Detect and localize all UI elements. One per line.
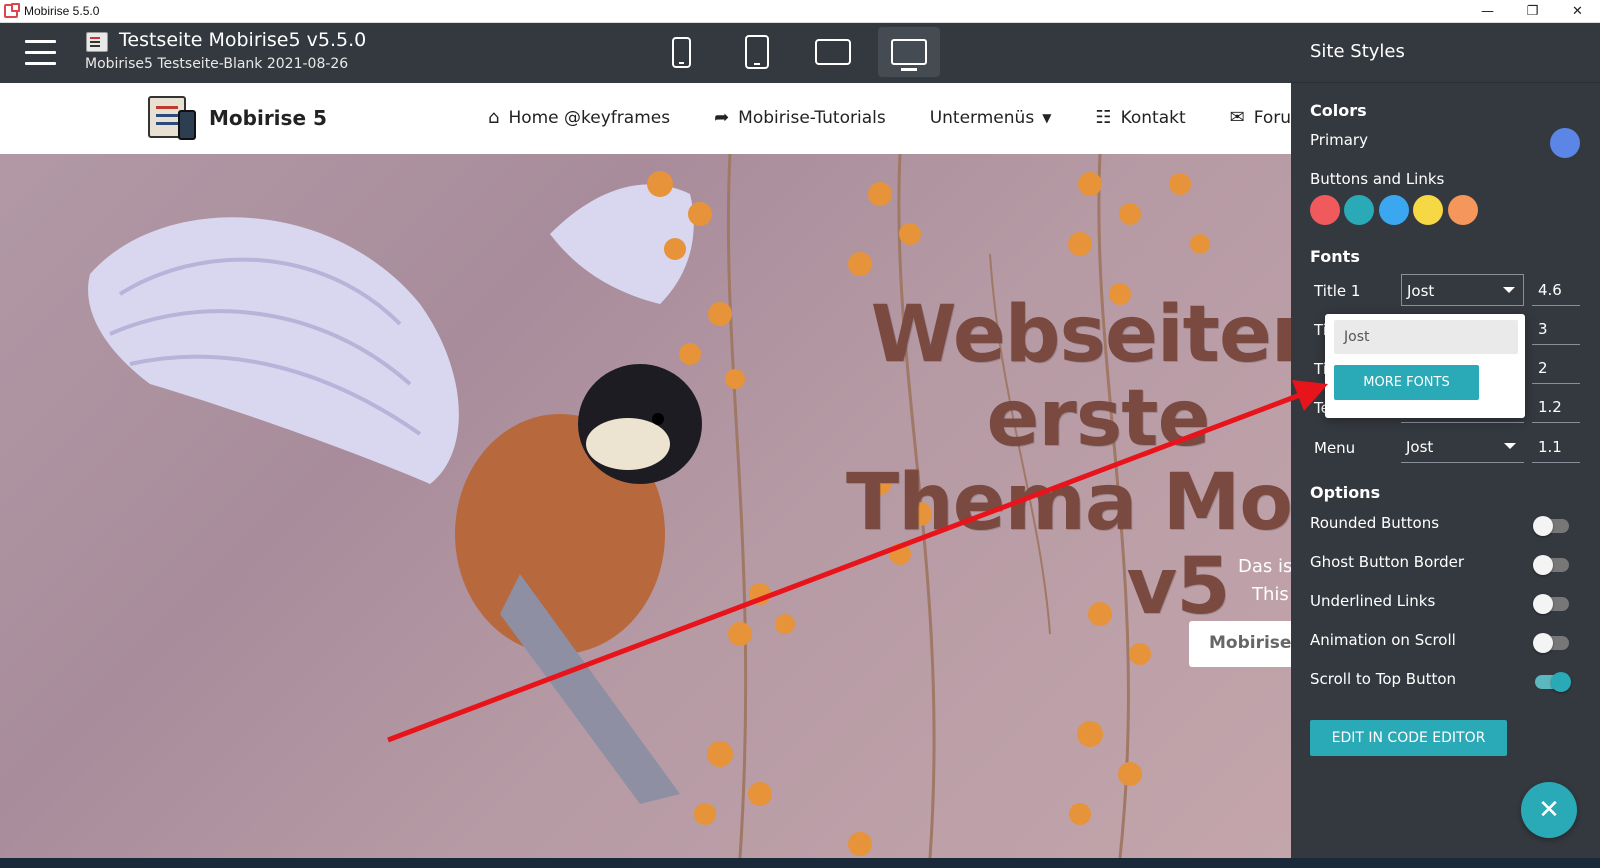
hero-title-line: v5: [1126, 542, 1230, 632]
button-color-swatch-teal[interactable]: [1344, 195, 1374, 225]
phone-icon: [671, 36, 691, 68]
font-row-label: Menu: [1314, 439, 1356, 457]
hero-title-line: Thema Mobir: [846, 458, 1291, 548]
site-preview: Mobirise 5 ⌂ Home @keyframes ➦ Mobirise-Tu…: [0, 83, 1291, 858]
menu-item-label: Kontakt: [1120, 107, 1186, 128]
menu-item-tutorials[interactable]: ➦ Mobirise-Tutorials: [714, 107, 886, 128]
tablet-view-button[interactable]: [802, 27, 864, 77]
site-navbar: Mobirise 5 ⌂ Home @keyframes ➦ Mobirise-Tu…: [0, 83, 1291, 154]
desktop-icon: [891, 39, 927, 71]
primary-color-label: Primary: [1310, 131, 1368, 149]
site-styles-panel: Site Styles Colors Primary Buttons and L…: [1291, 23, 1600, 858]
toggle-knob: [1533, 633, 1553, 653]
title3-size-input[interactable]: 2: [1532, 352, 1580, 384]
mobile-small-view-button[interactable]: [650, 27, 712, 77]
font-option-jost[interactable]: Jost: [1334, 320, 1518, 354]
tablet-icon: [815, 39, 851, 65]
hero-subtitle[interactable]: Das ist This: [1238, 553, 1291, 609]
font-row-label: Title 1: [1314, 282, 1361, 300]
project-title[interactable]: Testseite Mobirise5 v5.5.0: [119, 29, 366, 51]
dropdown-arrow-icon: [1504, 443, 1516, 449]
button-color-swatch-blue[interactable]: [1379, 195, 1409, 225]
colors-heading: Colors: [1310, 101, 1367, 120]
button-color-swatch-red[interactable]: [1310, 195, 1340, 225]
primary-color-swatch[interactable]: [1550, 128, 1580, 158]
window-title: Mobirise 5.5.0: [24, 4, 100, 18]
menu-item-contact[interactable]: ☷ Kontakt: [1095, 107, 1185, 128]
panel-title: Site Styles: [1291, 23, 1600, 83]
menu-item-forum[interactable]: ✉ Forum: [1230, 107, 1291, 128]
title2-size-input[interactable]: 3: [1532, 313, 1580, 345]
share-icon: ➦: [714, 107, 730, 128]
hero-title-line: Webseiten erste: [870, 290, 1291, 464]
project-subtitle: Mobirise5 Testseite-Blank 2021-08-26: [85, 56, 349, 72]
hero-button[interactable]: Mobirise-T: [1189, 621, 1291, 667]
more-fonts-button[interactable]: MORE FONTS: [1334, 365, 1479, 400]
menu-item-submenus[interactable]: Untermenüs ▼: [930, 108, 1052, 128]
menu-item-label: Forum: [1253, 107, 1291, 128]
buttons-links-label: Buttons and Links: [1310, 170, 1445, 188]
toggle-knob: [1533, 594, 1553, 614]
close-panel-button[interactable]: ✕: [1521, 782, 1577, 838]
minimize-button[interactable]: —: [1465, 0, 1510, 23]
window-controls: — ❐ ✕: [1465, 0, 1600, 23]
option-label: Ghost Button Border: [1310, 553, 1465, 571]
option-label: Underlined Links: [1310, 592, 1436, 610]
font-select-value: Jost: [1407, 282, 1435, 300]
desktop-view-button[interactable]: [878, 27, 940, 77]
close-window-button[interactable]: ✕: [1555, 0, 1600, 23]
ghost-button-border-toggle[interactable]: [1533, 555, 1569, 575]
menu-size-input[interactable]: 1.1: [1532, 431, 1580, 463]
menu-item-home[interactable]: ⌂ Home @keyframes: [488, 107, 670, 128]
phone-icon: [745, 35, 769, 69]
edit-in-code-editor-button[interactable]: EDIT IN CODE EDITOR: [1310, 720, 1507, 756]
hero-subtitle-line: This: [1252, 584, 1289, 605]
title1-font-select[interactable]: Jost: [1401, 274, 1524, 306]
menu-item-label: Mobirise-Tutorials: [738, 107, 886, 128]
font-select-value: Jost: [1406, 438, 1434, 456]
site-menu: ⌂ Home @keyframes ➦ Mobirise-Tutorials Unt…: [488, 107, 1291, 128]
project-thumbnail-icon: [86, 32, 108, 52]
site-brand[interactable]: Mobirise 5: [209, 106, 327, 130]
hero-subtitle-line: Das ist: [1238, 556, 1291, 577]
menu-font-select[interactable]: Jost: [1401, 431, 1524, 463]
toggle-knob: [1533, 516, 1553, 536]
site-logo-icon[interactable]: [148, 96, 196, 140]
rounded-buttons-toggle[interactable]: [1533, 516, 1569, 536]
fonts-heading: Fonts: [1310, 247, 1360, 266]
menu-item-label: Untermenüs: [929, 107, 1035, 128]
title1-size-input[interactable]: 4.6: [1532, 274, 1580, 306]
toggle-knob: [1533, 555, 1553, 575]
text-size-input[interactable]: 1.2: [1532, 391, 1580, 423]
toggle-knob: [1551, 672, 1571, 692]
contact-card-icon: ☷: [1095, 107, 1112, 128]
home-icon: ⌂: [488, 107, 500, 128]
button-color-swatch-orange[interactable]: [1448, 195, 1478, 225]
underlined-links-toggle[interactable]: [1533, 594, 1569, 614]
options-heading: Options: [1310, 483, 1381, 502]
option-label: Animation on Scroll: [1310, 631, 1456, 649]
bottom-strip: [0, 858, 1600, 868]
scroll-to-top-toggle[interactable]: [1535, 672, 1571, 692]
hamburger-menu-icon[interactable]: [25, 40, 56, 66]
window-titlebar: Mobirise 5.5.0 — ❐ ✕: [0, 0, 1600, 23]
device-preview-switcher: [650, 27, 940, 77]
option-label: Scroll to Top Button: [1310, 670, 1457, 688]
dropdown-arrow-icon: [1503, 287, 1515, 293]
font-dropdown-popup: Jost MORE FONTS: [1325, 314, 1525, 418]
button-color-swatch-yellow[interactable]: [1413, 195, 1443, 225]
caret-down-icon: ▼: [1042, 110, 1052, 125]
menu-item-label: Home @keyframes: [508, 107, 671, 128]
editor-toolbar: Testseite Mobirise5 v5.5.0 Mobirise5 Tes…: [0, 23, 1291, 83]
restore-button[interactable]: ❐: [1510, 0, 1555, 23]
mobile-view-button[interactable]: [726, 27, 788, 77]
option-label: Rounded Buttons: [1310, 514, 1440, 532]
hero-title[interactable]: Webseiten erste Thema Mobir v5: [748, 293, 1291, 629]
mobirise-app-icon: [4, 3, 20, 18]
chat-icon: ✉: [1229, 107, 1245, 128]
animation-on-scroll-toggle[interactable]: [1533, 633, 1569, 653]
